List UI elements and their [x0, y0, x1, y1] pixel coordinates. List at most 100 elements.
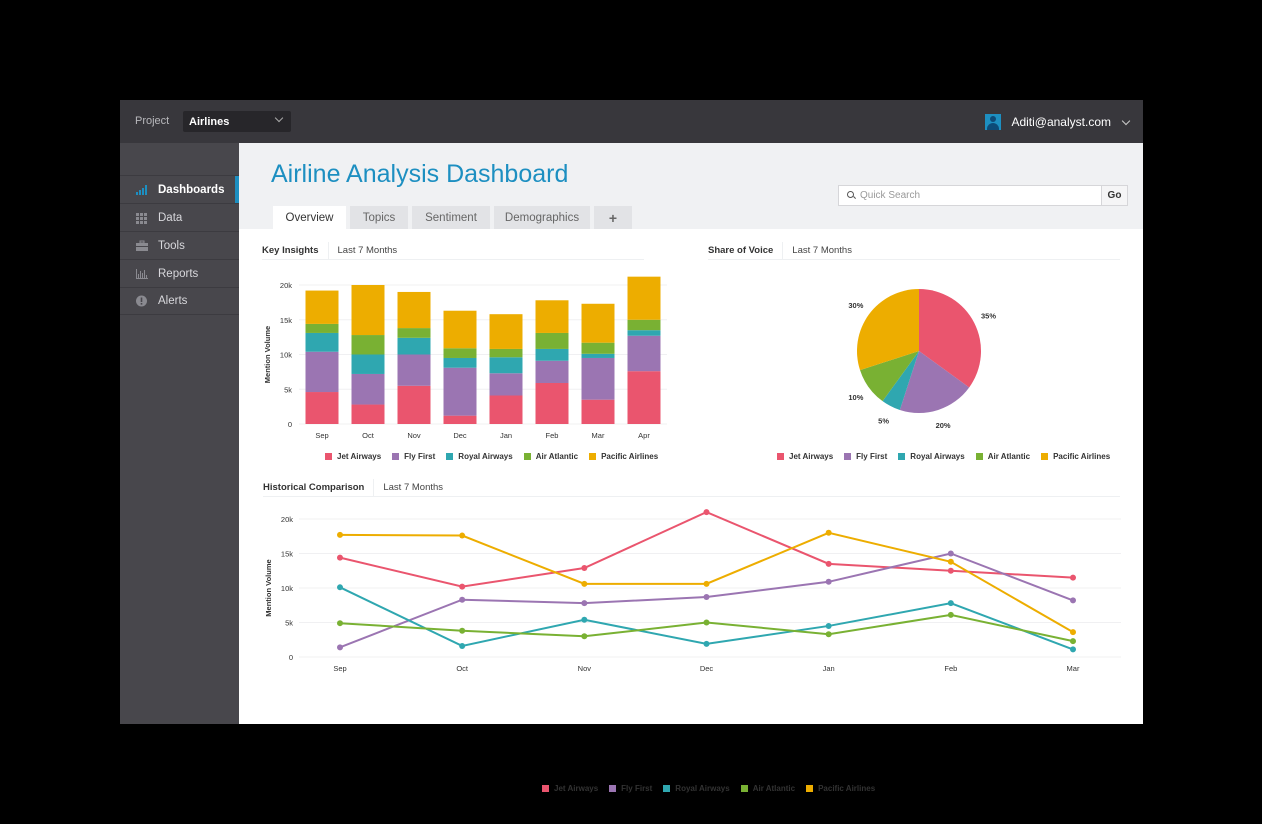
- bar-segment-fly-first: [627, 335, 661, 372]
- x-tick-label: Sep: [315, 431, 328, 440]
- legend-label: Jet Airways: [554, 784, 599, 793]
- bar-segment-royal-airways: [443, 357, 477, 368]
- point-air-atlantic: [581, 633, 588, 640]
- bar-segment-air-atlantic: [397, 328, 431, 338]
- go-button[interactable]: Go: [1101, 186, 1127, 205]
- sidebar-nav: Dashboards Data Tools Reports Alerts: [120, 175, 239, 315]
- legend-item-pacific-airlines[interactable]: Pacific Airlines: [1041, 452, 1110, 461]
- legend-item-jet-airways[interactable]: Jet Airways: [542, 784, 598, 793]
- y-tick-label: 15k: [280, 316, 292, 325]
- legend-swatch: [663, 785, 671, 792]
- legend-item-royal-airways[interactable]: Royal Airways: [898, 452, 965, 461]
- sidebar-item-reports[interactable]: Reports: [120, 259, 239, 287]
- legend-item-air-atlantic[interactable]: Air Atlantic: [523, 452, 578, 461]
- sidebar-item-label: Data: [158, 211, 183, 224]
- legend-swatch: [325, 453, 332, 460]
- line-air-atlantic: [339, 613, 1074, 643]
- legend-label: Fly First: [404, 452, 436, 461]
- bar-segment-fly-first: [305, 351, 339, 393]
- legend-item-pacific-airlines[interactable]: Pacific Airlines: [589, 452, 658, 461]
- point-fly-first: [581, 600, 588, 607]
- tab-sentiment[interactable]: Sentiment: [412, 206, 490, 229]
- panel-range[interactable]: Last 7 Months: [329, 245, 398, 256]
- legend-item-air-atlantic[interactable]: Air Atlantic: [975, 452, 1031, 461]
- bar-segment-pacific-airlines: [627, 276, 661, 320]
- y-tick-label: 0: [288, 420, 292, 429]
- avatar: [985, 114, 1002, 130]
- add-tab-button[interactable]: +: [594, 206, 632, 229]
- legend-label: Fly First: [856, 452, 888, 461]
- legend-item-jet-airways[interactable]: Jet Airways: [325, 452, 381, 461]
- panel-range[interactable]: Last 7 Months: [374, 482, 443, 493]
- x-tick-label: Mar: [592, 431, 605, 440]
- search-input[interactable]: [860, 187, 1100, 204]
- user-menu[interactable]: Aditi@analyst.com: [985, 113, 1131, 131]
- historical-header: Historical Comparison Last 7 Months: [263, 479, 1120, 497]
- point-royal-airways: [581, 616, 588, 623]
- legend-swatch: [806, 785, 814, 792]
- main-content: Airline Analysis Dashboard Go Overview T…: [239, 143, 1143, 793]
- point-air-atlantic: [459, 627, 466, 634]
- tab-demographics[interactable]: Demographics: [494, 206, 590, 229]
- bar-segment-fly-first: [489, 373, 523, 396]
- x-tick-label: Nov: [578, 664, 592, 673]
- panel-title: Share of Voice: [708, 242, 784, 259]
- top-bar: Project Airlines Aditi@analyst.com: [120, 100, 1143, 143]
- panel-range[interactable]: Last 7 Months: [783, 245, 852, 256]
- legend-item-air-atlantic[interactable]: Air Atlantic: [740, 784, 796, 793]
- bar-segment-royal-airways: [581, 353, 615, 358]
- point-pacific-airlines: [337, 531, 343, 538]
- bar-segment-air-atlantic: [443, 348, 477, 358]
- x-tick-label: Jan: [823, 664, 835, 673]
- bar-segment-jet-airways: [489, 395, 523, 424]
- legend-item-fly-first[interactable]: Fly First: [609, 784, 652, 793]
- point-jet-airways: [1070, 574, 1076, 581]
- sidebar-item-data[interactable]: Data: [120, 203, 239, 231]
- panel-title: Historical Comparison: [263, 479, 375, 496]
- app-window: Project Airlines Aditi@analyst.com Dashb…: [120, 100, 1143, 793]
- point-jet-airways: [581, 564, 588, 571]
- x-tick-label: Oct: [456, 664, 469, 673]
- bar-segment-pacific-airlines: [397, 291, 431, 329]
- legend-label: Jet Airways: [337, 452, 382, 461]
- project-select[interactable]: Airlines: [183, 111, 291, 132]
- bar-segment-jet-airways: [535, 382, 569, 424]
- legend-item-royal-airways[interactable]: Royal Airways: [663, 784, 730, 793]
- share-of-voice-header: Share of Voice Last 7 Months: [708, 242, 1120, 260]
- bar-segment-pacific-airlines: [581, 303, 615, 343]
- legend-label: Air Atlantic: [752, 784, 796, 793]
- sidebar-item-label: Alerts: [158, 295, 188, 307]
- user-email: Aditi@analyst.com: [1011, 115, 1111, 129]
- legend-item-fly-first[interactable]: Fly First: [844, 452, 887, 461]
- key-insights-bar-chart: 0 5k 10k 15k 20k Mention Volume Sep Oct Nov Dec Ja…: [263, 276, 667, 440]
- legend-item-pacific-airlines[interactable]: Pacific Airlines: [806, 784, 875, 793]
- key-insights-header: Key Insights Last 7 Months: [262, 242, 644, 260]
- y-axis-label: Mention Volume: [264, 559, 273, 616]
- point-royal-airways: [825, 622, 832, 629]
- pie-value-label: 30%: [848, 301, 863, 310]
- legend-swatch: [392, 453, 400, 460]
- point-air-atlantic: [703, 619, 710, 626]
- legend-item-fly-first[interactable]: Fly First: [392, 452, 435, 461]
- point-royal-airways: [1070, 646, 1076, 653]
- tab-topics[interactable]: Topics: [350, 206, 408, 229]
- sidebar-item-dashboards[interactable]: Dashboards: [120, 175, 239, 204]
- x-tick-label: Dec: [700, 664, 714, 673]
- tab-overview[interactable]: Overview: [273, 206, 346, 229]
- point-jet-airways: [703, 509, 710, 516]
- point-air-atlantic: [337, 620, 343, 627]
- legend-swatch: [1041, 453, 1049, 460]
- bar-segment-royal-airways: [351, 354, 385, 374]
- legend-item-jet-airways[interactable]: Jet Airways: [777, 452, 833, 461]
- point-fly-first: [825, 578, 832, 585]
- x-tick-label: Oct: [362, 431, 375, 440]
- bar-segment-fly-first: [535, 360, 569, 383]
- point-jet-airways: [947, 567, 954, 574]
- point-fly-first: [703, 593, 710, 600]
- sidebar-item-alerts[interactable]: Alerts: [120, 287, 239, 315]
- legend-label: Air Atlantic: [987, 452, 1031, 461]
- historical-legend: Jet Airways Fly First Royal Airways Air Atl…: [542, 784, 886, 793]
- sidebar-item-tools[interactable]: Tools: [120, 231, 239, 259]
- y-tick-label: 10k: [280, 351, 292, 360]
- legend-item-royal-airways[interactable]: Royal Airways: [446, 452, 513, 461]
